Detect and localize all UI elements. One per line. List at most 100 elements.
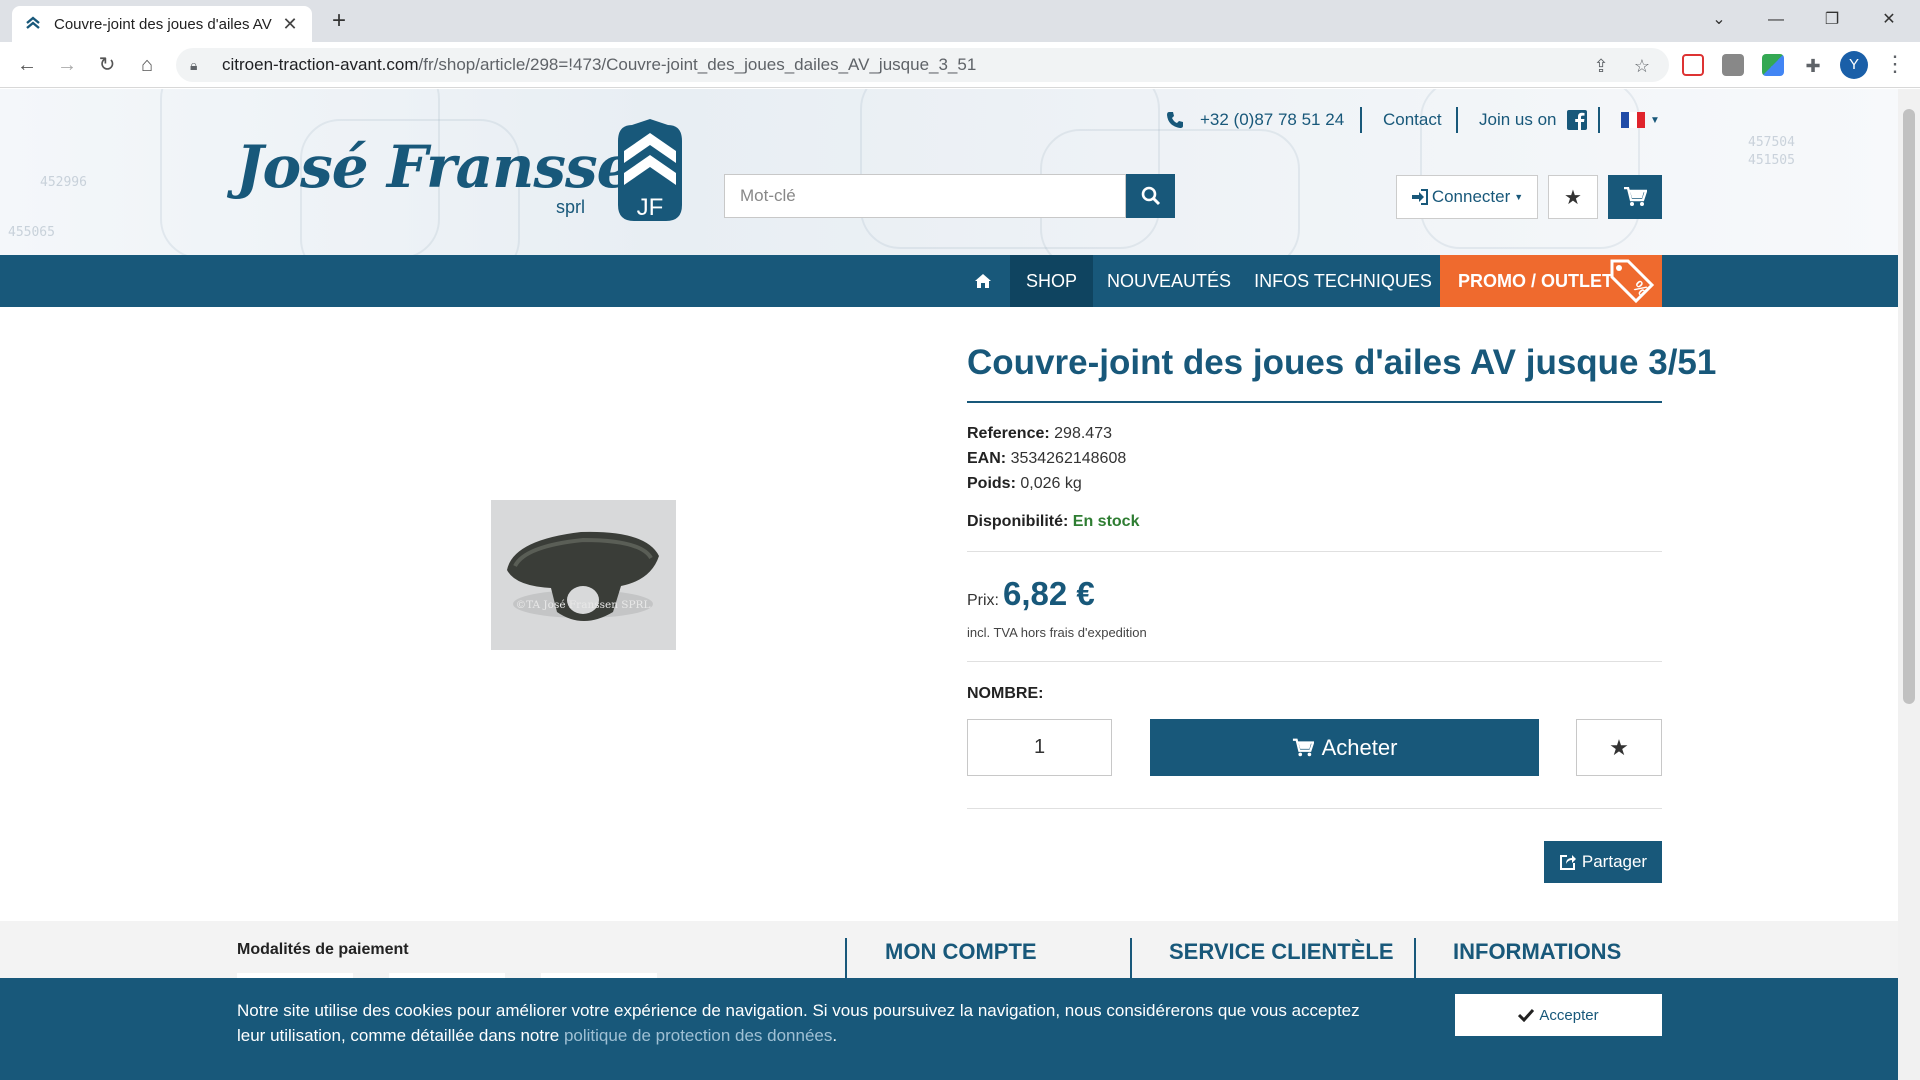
facebook-icon xyxy=(1566,110,1587,130)
reference-value: 298.473 xyxy=(1054,425,1112,442)
language-selector[interactable]: ▼ xyxy=(1621,105,1660,135)
logo-badge-text: JF xyxy=(637,194,664,221)
facebook-link[interactable]: Join us on xyxy=(1479,105,1587,135)
divider xyxy=(967,661,1662,662)
lock-icon: 🔒︎ xyxy=(190,56,198,73)
quantity-label: NOMBRE: xyxy=(967,685,1044,702)
share-label: Partager xyxy=(1581,852,1648,871)
connect-label: Connecter xyxy=(1431,187,1511,206)
check-icon xyxy=(1518,1008,1535,1022)
footer-informations[interactable]: INFORMATIONS xyxy=(1453,939,1621,965)
tab-search-icon[interactable]: ⌄ xyxy=(1694,0,1744,40)
extension-shield-icon[interactable] xyxy=(1682,54,1704,76)
home-icon[interactable]: ⌂ xyxy=(132,50,162,80)
product-image[interactable]: ©TA José Franssen SPRL xyxy=(491,500,676,650)
share-page-icon[interactable]: ⇪ xyxy=(1588,54,1614,80)
home-icon xyxy=(975,274,991,288)
phone-link[interactable]: +32 (0)87 78 51 24 xyxy=(1166,105,1344,135)
payment-methods-title: Modalités de paiement xyxy=(237,941,409,958)
star-icon: ★ xyxy=(1564,186,1582,209)
image-watermark: ©TA José Franssen SPRL xyxy=(516,599,651,611)
nav-new[interactable]: NOUVEAUTÉS xyxy=(1100,255,1238,307)
connect-button[interactable]: Connecter ▼ xyxy=(1396,175,1538,219)
logo-chevron-icon: JF xyxy=(618,119,682,221)
nav-shop[interactable]: SHOP xyxy=(1010,255,1093,307)
bookmark-star-icon[interactable]: ☆ xyxy=(1629,54,1655,80)
privacy-policy-link[interactable]: politique de protection des données xyxy=(564,1026,832,1045)
search-input[interactable]: Mot-clé xyxy=(724,174,1126,218)
reference-label: Reference: xyxy=(967,425,1050,442)
cart-button[interactable] xyxy=(1608,175,1662,219)
profile-avatar[interactable]: Y xyxy=(1840,51,1868,79)
caret-down-icon: ▼ xyxy=(1650,114,1660,126)
quantity-input[interactable]: 1 xyxy=(967,719,1112,776)
ean-label: EAN: xyxy=(967,450,1007,467)
tab-close-icon[interactable]: ✕ xyxy=(280,14,300,35)
extensions-puzzle-icon[interactable]: ✚ xyxy=(1800,54,1826,80)
topbar-divider xyxy=(1598,107,1600,133)
new-tab-icon[interactable]: + xyxy=(325,8,353,36)
topbar-divider xyxy=(1360,107,1362,133)
price-label: Prix: xyxy=(967,592,999,609)
cart-icon xyxy=(1292,738,1314,758)
promo-label: PROMO / OUTLET xyxy=(1458,271,1613,291)
tab-title: Couvre-joint des joues d'ailes AV xyxy=(54,15,272,33)
buy-button[interactable]: Acheter xyxy=(1150,719,1539,776)
france-flag-icon xyxy=(1621,112,1645,128)
caret-down-icon: ▼ xyxy=(1514,192,1524,202)
site-favicon-icon xyxy=(24,15,42,33)
divider xyxy=(967,551,1662,552)
sign-in-icon xyxy=(1411,189,1428,205)
search-button[interactable] xyxy=(1126,174,1175,218)
product-title: Couvre-joint des joues d'ailes AV jusque… xyxy=(967,343,1717,382)
forward-icon[interactable]: → xyxy=(52,50,82,80)
restore-icon[interactable]: ❐ xyxy=(1807,0,1857,40)
weight-value: 0,026 kg xyxy=(1020,475,1082,492)
phone-icon xyxy=(1167,112,1183,128)
nav-technical-info[interactable]: INFOS TECHNIQUES xyxy=(1247,255,1439,307)
star-icon: ★ xyxy=(1609,734,1629,760)
page-scrollbar[interactable] xyxy=(1898,89,1920,1080)
join-label: Join us on xyxy=(1479,110,1557,129)
availability-label: Disponibilité: xyxy=(967,513,1069,530)
accept-cookies-button[interactable]: Accepter xyxy=(1455,994,1662,1036)
contact-link[interactable]: Contact xyxy=(1383,105,1442,135)
percent-tag-icon: % xyxy=(1610,259,1655,304)
topbar-divider xyxy=(1456,107,1458,133)
url-path: /fr/shop/article/298=!473/Couvre-joint_d… xyxy=(418,55,977,74)
favorites-button[interactable]: ★ xyxy=(1548,175,1598,219)
address-bar[interactable]: 🔒︎ citroen-traction-avant.com/fr/shop/ar… xyxy=(176,48,1669,82)
browser-menu-icon[interactable]: ⋮ xyxy=(1884,52,1906,78)
browser-toolbar: ← → ↻ ⌂ 🔒︎ citroen-traction-avant.com/fr… xyxy=(0,42,1920,88)
accept-label: Accepter xyxy=(1539,1006,1599,1024)
share-square-icon xyxy=(1559,853,1577,871)
search-bar: Mot-clé xyxy=(724,174,1175,218)
extension-google-icon[interactable] xyxy=(1762,54,1784,76)
web-page: 452996 455065 457504 451505 José Fransse… xyxy=(0,89,1898,1080)
window-close-icon[interactable]: ✕ xyxy=(1864,0,1914,40)
add-to-favorites-button[interactable]: ★ xyxy=(1576,719,1662,776)
extension-pdf-icon[interactable] xyxy=(1722,54,1744,76)
back-icon[interactable]: ← xyxy=(12,50,42,80)
footer-my-account[interactable]: MON COMPTE xyxy=(885,939,1037,965)
product-photo: ©TA José Franssen SPRL xyxy=(491,500,676,650)
browser-tab-strip: Couvre-joint des joues d'ailes AV ✕ + ⌄ … xyxy=(0,0,1920,42)
price-value: 6,82 € xyxy=(1003,575,1095,612)
availability-value: En stock xyxy=(1072,513,1140,530)
minimize-icon[interactable]: — xyxy=(1751,0,1801,40)
nav-home[interactable] xyxy=(956,255,1010,307)
nav-promo-outlet[interactable]: PROMO / OUTLET % xyxy=(1440,255,1662,307)
scrollbar-thumb[interactable] xyxy=(1903,109,1915,704)
url-domain: citroen-traction-avant.com xyxy=(222,55,419,74)
site-logo[interactable]: José Franssen xyxy=(236,133,675,201)
search-icon xyxy=(1141,186,1160,206)
title-underline xyxy=(967,401,1662,403)
price-note: incl. TVA hors frais d'expedition xyxy=(967,625,1147,640)
reload-icon[interactable]: ↻ xyxy=(92,50,122,80)
logo-suffix: sprl xyxy=(556,197,586,217)
share-button[interactable]: Partager xyxy=(1544,841,1662,883)
cart-icon xyxy=(1624,187,1647,206)
ean-value: 3534262148608 xyxy=(1010,450,1127,467)
browser-tab[interactable]: Couvre-joint des joues d'ailes AV ✕ xyxy=(12,6,312,42)
footer-customer-service[interactable]: SERVICE CLIENTÈLE xyxy=(1169,939,1394,965)
